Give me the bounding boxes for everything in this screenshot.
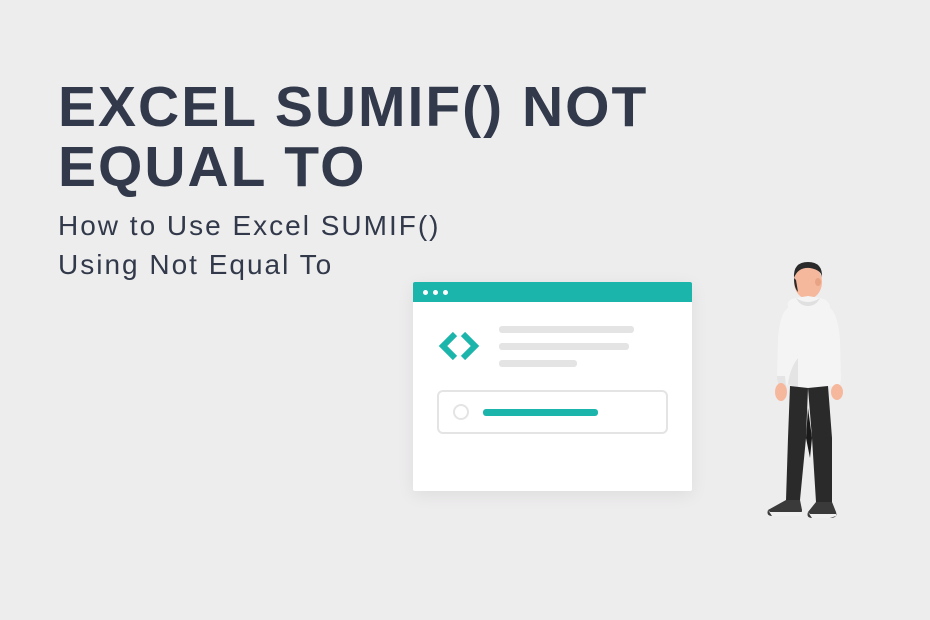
window-dot xyxy=(433,290,438,295)
input-illustration xyxy=(437,390,668,434)
placeholder-line xyxy=(499,360,577,367)
window-dot xyxy=(443,290,448,295)
browser-titlebar xyxy=(413,282,692,302)
browser-body xyxy=(413,302,692,456)
browser-illustration xyxy=(413,282,692,491)
page-title: EXCEL SUMIF() NOT EQUAL TO xyxy=(58,78,872,198)
circle-icon xyxy=(453,404,469,420)
subtitle-line-1: How to Use Excel SUMIF() xyxy=(58,210,441,241)
subtitle-line-2: Using Not Equal To xyxy=(58,249,333,280)
code-brackets-icon xyxy=(437,324,481,368)
person-illustration xyxy=(750,258,875,533)
accent-line xyxy=(483,409,598,416)
window-dot xyxy=(423,290,428,295)
placeholder-line xyxy=(499,326,634,333)
placeholder-line xyxy=(499,343,629,350)
